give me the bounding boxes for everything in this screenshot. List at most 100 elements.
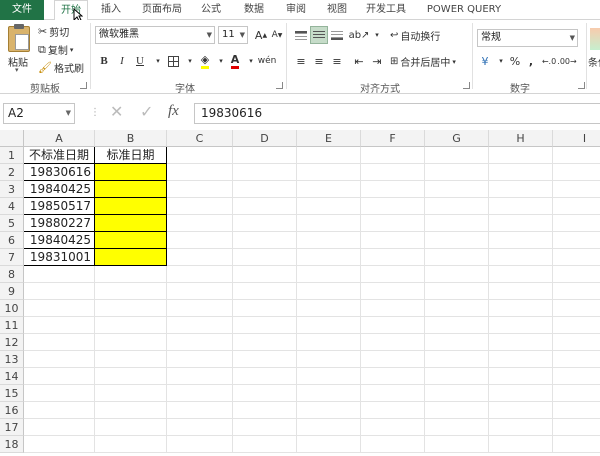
- cell-e5[interactable]: [297, 215, 361, 232]
- cell-d12[interactable]: [233, 334, 297, 351]
- decrease-indent-icon[interactable]: ⇤: [350, 52, 368, 70]
- shrink-font-icon[interactable]: A ▼: [268, 26, 286, 44]
- cell-f12[interactable]: [361, 334, 425, 351]
- align-center-icon[interactable]: ≡: [310, 52, 328, 70]
- cell-c6[interactable]: [167, 232, 233, 249]
- cell-h7[interactable]: [489, 249, 553, 266]
- cell-b17[interactable]: [95, 419, 167, 436]
- cell-a7[interactable]: 19831001: [24, 249, 95, 266]
- conditional-format-icon[interactable]: [590, 28, 600, 50]
- row-header-7[interactable]: 7: [0, 249, 24, 266]
- cell-d15[interactable]: [233, 385, 297, 402]
- cell-d2[interactable]: [233, 164, 297, 181]
- cell-b3[interactable]: [95, 181, 167, 198]
- cancel-icon[interactable]: ✕: [110, 102, 123, 121]
- row-header-18[interactable]: 18: [0, 436, 24, 453]
- formula-input[interactable]: 19830616: [194, 103, 600, 124]
- cell-h2[interactable]: [489, 164, 553, 181]
- align-bottom-icon[interactable]: [328, 26, 346, 44]
- cell-a18[interactable]: [24, 436, 95, 453]
- cell-c11[interactable]: [167, 317, 233, 334]
- cell-e4[interactable]: [297, 198, 361, 215]
- paste-dropdown-icon[interactable]: ▾: [15, 66, 19, 74]
- cell-g4[interactable]: [425, 198, 489, 215]
- cell-c18[interactable]: [167, 436, 233, 453]
- cell-f8[interactable]: [361, 266, 425, 283]
- cell-h11[interactable]: [489, 317, 553, 334]
- number-launcher-icon[interactable]: [578, 82, 585, 89]
- cell-h17[interactable]: [489, 419, 553, 436]
- cell-g17[interactable]: [425, 419, 489, 436]
- cell-b16[interactable]: [95, 402, 167, 419]
- cell-b4[interactable]: [95, 198, 167, 215]
- row-header-6[interactable]: 6: [0, 232, 24, 249]
- cell-d4[interactable]: [233, 198, 297, 215]
- cell-e1[interactable]: [297, 147, 361, 164]
- cell-a2[interactable]: 19830616: [24, 164, 95, 181]
- cell-c9[interactable]: [167, 283, 233, 300]
- cell-b1[interactable]: 标准日期: [95, 147, 167, 164]
- cell-f18[interactable]: [361, 436, 425, 453]
- cell-b9[interactable]: [95, 283, 167, 300]
- cell-e9[interactable]: [297, 283, 361, 300]
- cell-h9[interactable]: [489, 283, 553, 300]
- cell-c17[interactable]: [167, 419, 233, 436]
- cell-d6[interactable]: [233, 232, 297, 249]
- row-header-13[interactable]: 13: [0, 351, 24, 368]
- cell-f7[interactable]: [361, 249, 425, 266]
- italic-button[interactable]: I: [113, 52, 131, 70]
- cell-e2[interactable]: [297, 164, 361, 181]
- cell-b5[interactable]: [95, 215, 167, 232]
- cell-a11[interactable]: [24, 317, 95, 334]
- cell-c2[interactable]: [167, 164, 233, 181]
- cell-i14[interactable]: [553, 368, 600, 385]
- cell-d3[interactable]: [233, 181, 297, 198]
- cell-b10[interactable]: [95, 300, 167, 317]
- cell-b7[interactable]: [95, 249, 167, 266]
- tab-page-layout[interactable]: 页面布局: [136, 0, 188, 20]
- row-header-10[interactable]: 10: [0, 300, 24, 317]
- cell-d18[interactable]: [233, 436, 297, 453]
- cell-b15[interactable]: [95, 385, 167, 402]
- cell-f2[interactable]: [361, 164, 425, 181]
- cell-c10[interactable]: [167, 300, 233, 317]
- wrap-text-button[interactable]: ↩ 自动换行: [390, 28, 440, 43]
- cell-e18[interactable]: [297, 436, 361, 453]
- cell-g3[interactable]: [425, 181, 489, 198]
- cell-i10[interactable]: [553, 300, 600, 317]
- cell-a10[interactable]: [24, 300, 95, 317]
- name-box[interactable]: A2 ▼: [3, 103, 75, 124]
- cell-a4[interactable]: 19850517: [24, 198, 95, 215]
- cell-g1[interactable]: [425, 147, 489, 164]
- cell-d7[interactable]: [233, 249, 297, 266]
- cell-e13[interactable]: [297, 351, 361, 368]
- enter-icon[interactable]: ✓: [140, 102, 153, 121]
- alignment-launcher-icon[interactable]: [463, 82, 470, 89]
- cell-d14[interactable]: [233, 368, 297, 385]
- cell-i12[interactable]: [553, 334, 600, 351]
- borders-icon[interactable]: [164, 52, 182, 70]
- cell-g12[interactable]: [425, 334, 489, 351]
- column-header-i[interactable]: I: [553, 130, 600, 147]
- cell-a1[interactable]: 不标准日期: [24, 147, 95, 164]
- cell-g7[interactable]: [425, 249, 489, 266]
- column-header-b[interactable]: B: [95, 130, 167, 147]
- cell-h14[interactable]: [489, 368, 553, 385]
- cell-d8[interactable]: [233, 266, 297, 283]
- merge-center-button[interactable]: ⊞ 合并后居中 ▾: [390, 54, 456, 69]
- cell-d17[interactable]: [233, 419, 297, 436]
- font-name-dropdown[interactable]: 微软雅黑 ▼: [95, 26, 215, 44]
- column-header-c[interactable]: C: [167, 130, 233, 147]
- orientation-icon[interactable]: ab↗: [349, 26, 370, 44]
- row-header-17[interactable]: 17: [0, 419, 24, 436]
- cell-i16[interactable]: [553, 402, 600, 419]
- cell-i1[interactable]: [553, 147, 600, 164]
- cell-g6[interactable]: [425, 232, 489, 249]
- cell-g16[interactable]: [425, 402, 489, 419]
- cell-b8[interactable]: [95, 266, 167, 283]
- cell-f10[interactable]: [361, 300, 425, 317]
- cell-e17[interactable]: [297, 419, 361, 436]
- cell-i3[interactable]: [553, 181, 600, 198]
- row-header-11[interactable]: 11: [0, 317, 24, 334]
- cell-e14[interactable]: [297, 368, 361, 385]
